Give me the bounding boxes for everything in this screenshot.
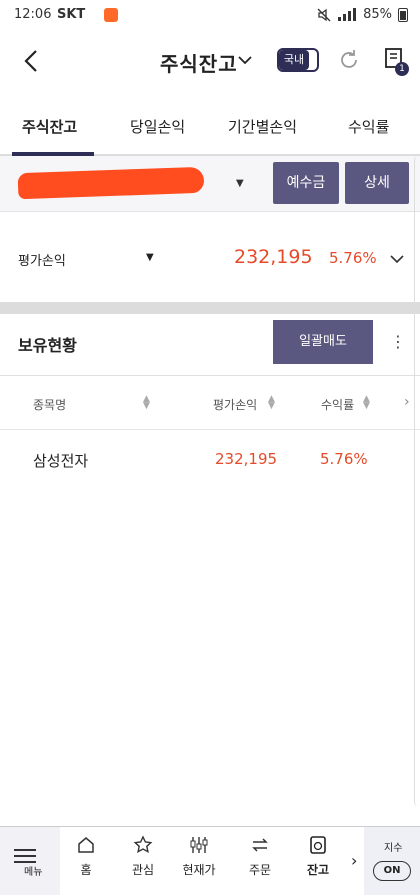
- candlestick-icon: [190, 837, 208, 853]
- chevron-right-icon[interactable]: ›: [404, 394, 410, 410]
- evaluation-summary: 평가손익 ▼ 232,195 5.76%: [0, 212, 420, 302]
- holdings-column-header: 종목명 ▲ ▼ 평가손익 ▲ ▼ 수익률 ▲ ▼ ›: [0, 376, 420, 430]
- app-header: 주식잔고 국내 1: [0, 30, 420, 94]
- holdings-header: 보유현황 일괄매도 ⋮: [0, 314, 420, 376]
- table-row[interactable]: 삼성전자 232,195 5.76%: [0, 430, 420, 488]
- holdings-title: 보유현황: [18, 336, 77, 355]
- menu-label: 메뉴: [24, 867, 43, 878]
- deposit-button[interactable]: 예수금: [273, 162, 339, 204]
- index-label: 지수: [384, 843, 403, 854]
- bottom-navigation: 메뉴 홈 관심 현재가 주문 잔고 › 지수 ON: [0, 826, 420, 895]
- nav-item-home[interactable]: 홈: [58, 833, 114, 891]
- index-panel: 지수 ON: [364, 827, 420, 895]
- nav-item-current-price[interactable]: 현재가: [171, 833, 227, 891]
- won-document-icon: [310, 836, 326, 854]
- back-icon[interactable]: [18, 46, 48, 76]
- tab-stock-balance[interactable]: 주식잔고: [22, 116, 77, 137]
- more-options-icon[interactable]: ⋮: [390, 332, 406, 352]
- tab-period-pnl[interactable]: 기간별손익: [228, 116, 297, 137]
- menu-button[interactable]: 메뉴: [0, 827, 60, 895]
- battery-icon: [398, 7, 408, 22]
- nav-item-label: 현재가: [182, 863, 216, 877]
- evaluation-dropdown-icon[interactable]: ▼: [146, 252, 154, 263]
- tab-bar: 주식잔고 당일손익 기간별손익 수익률: [0, 108, 420, 156]
- nav-item-label: 주문: [248, 863, 272, 877]
- expand-chevron-icon[interactable]: [388, 250, 406, 268]
- nav-item-label: 홈: [80, 863, 92, 877]
- domestic-toggle-label: 국내: [279, 50, 309, 70]
- nav-item-order[interactable]: 주문: [232, 833, 288, 891]
- sort-icon[interactable]: ▲ ▼: [143, 395, 150, 411]
- nav-item-watchlist[interactable]: 관심: [115, 833, 171, 891]
- nav-item-label: 잔고: [306, 863, 330, 877]
- redacted-account-number[interactable]: [17, 166, 205, 200]
- star-icon: [133, 835, 153, 854]
- account-selector-row: ▼ 예수금 상세: [0, 156, 420, 212]
- menu-icon: [14, 849, 36, 863]
- tab-daily-pnl[interactable]: 당일손익: [130, 116, 185, 137]
- refresh-icon[interactable]: [337, 48, 361, 72]
- status-bar: 12:06 SKT 85%: [0, 0, 420, 30]
- nav-item-balance[interactable]: 잔고: [290, 833, 346, 891]
- nav-chevron-right-icon[interactable]: ›: [351, 851, 357, 870]
- home-icon: [78, 837, 94, 853]
- sort-icon[interactable]: ▲ ▼: [363, 395, 370, 411]
- section-divider: [0, 302, 420, 314]
- tab-return-rate[interactable]: 수익률: [348, 116, 389, 137]
- stock-rate: 5.76%: [320, 450, 368, 468]
- evaluation-amount: 232,195: [234, 246, 313, 268]
- notice-badge: 1: [395, 62, 409, 76]
- sort-icon[interactable]: ▲ ▼: [268, 395, 275, 411]
- detail-button[interactable]: 상세: [345, 162, 409, 204]
- evaluation-rate: 5.76%: [329, 249, 377, 267]
- app-notification-icon: [104, 8, 118, 22]
- chevron-down-icon[interactable]: [236, 51, 254, 69]
- index-toggle[interactable]: ON: [373, 861, 411, 881]
- status-right: 85%: [317, 7, 408, 22]
- column-stock-name[interactable]: 종목명: [33, 396, 66, 413]
- nav-item-label: 관심: [131, 863, 155, 877]
- signal-icon: [338, 7, 357, 21]
- swap-arrows-icon: [252, 838, 268, 852]
- status-carrier: SKT: [57, 7, 86, 22]
- notice-button[interactable]: 1: [383, 46, 411, 76]
- page-title[interactable]: 주식잔고: [160, 48, 238, 77]
- status-time: 12:06: [14, 7, 52, 22]
- scrollbar[interactable]: [414, 156, 420, 806]
- column-profit[interactable]: 평가손익: [213, 396, 257, 413]
- domestic-toggle[interactable]: 국내: [277, 48, 319, 72]
- stock-profit: 232,195: [215, 450, 278, 468]
- mute-icon: [317, 8, 331, 21]
- account-dropdown-icon[interactable]: ▼: [236, 178, 244, 189]
- column-rate[interactable]: 수익률: [321, 396, 354, 413]
- battery-percent: 85%: [363, 7, 392, 22]
- stock-name: 삼성전자: [33, 452, 89, 470]
- sell-all-button[interactable]: 일괄매도: [273, 320, 373, 364]
- evaluation-label[interactable]: 평가손익: [18, 250, 66, 269]
